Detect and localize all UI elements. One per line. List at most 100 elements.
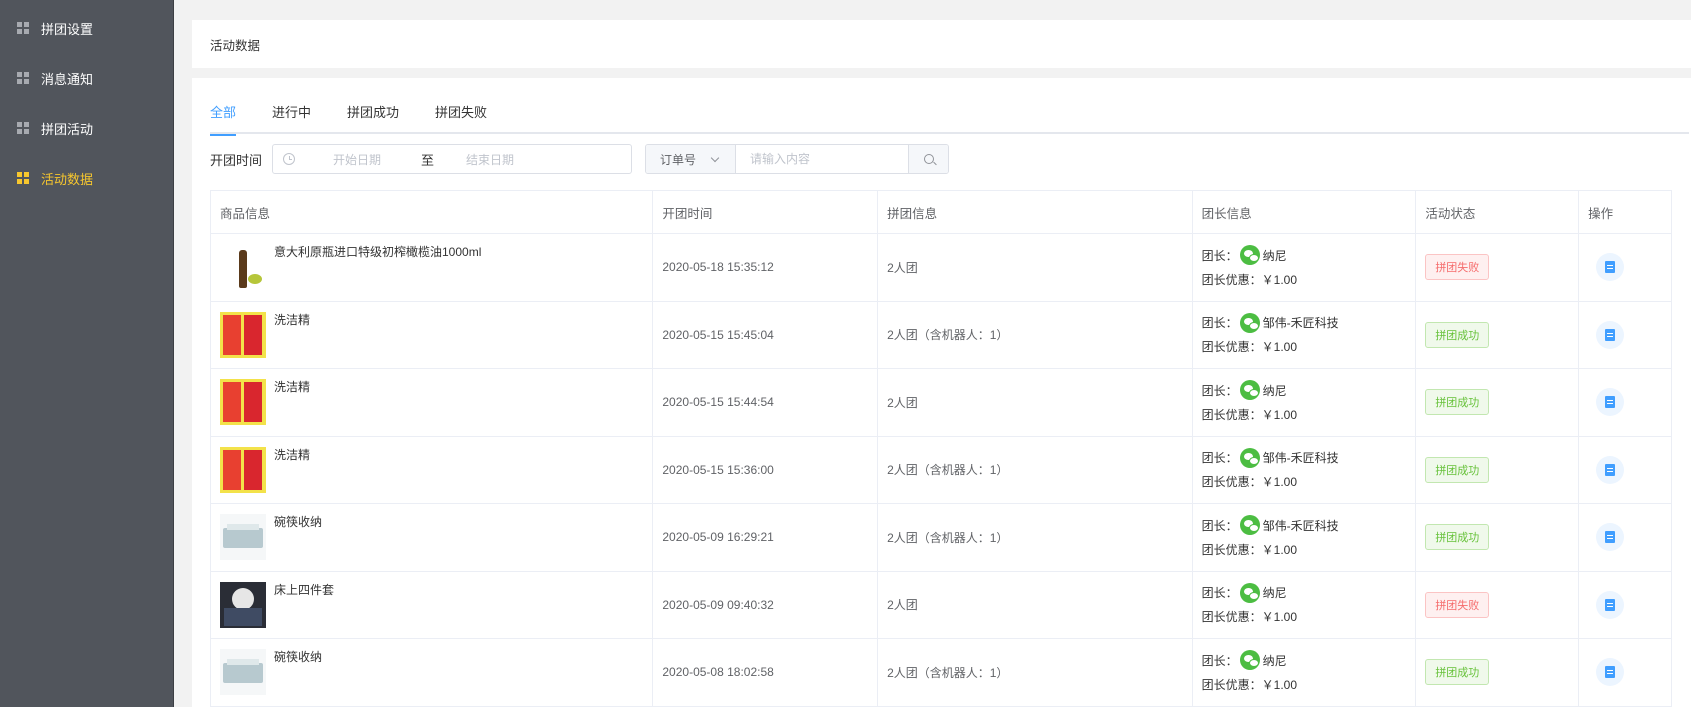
group-info: 2人团（含机器人：1） <box>878 504 1193 571</box>
product-image[interactable] <box>220 311 266 358</box>
start-date-placeholder[interactable]: 开始日期 <box>333 151 381 168</box>
goods-cell: 碗筷收纳 <box>211 504 654 571</box>
grid-icon <box>17 172 29 184</box>
discount-prefix: 团长优惠： <box>1201 407 1262 422</box>
status-cell: 拼团成功 <box>1416 301 1580 368</box>
leader-prefix: 团长： <box>1201 451 1238 466</box>
column-header: 操作 <box>1588 206 1614 221</box>
sidebar: 拼团设置 消息通知 拼团活动 活动数据 <box>0 0 174 707</box>
group-info: 2人团 <box>878 234 1193 301</box>
detail-button[interactable] <box>1596 388 1625 417</box>
open-time: 2020-05-09 16:29:21 <box>653 504 879 571</box>
table-row: 床上四件套 2020-05-09 09:40:32 2人团 团长： 纳尼 团长优惠… <box>211 571 1671 639</box>
product-name: 床上四件套 <box>274 582 335 597</box>
leader-prefix: 团长： <box>1201 653 1238 668</box>
action-cell <box>1579 437 1671 504</box>
action-cell <box>1579 572 1671 639</box>
wechat-icon <box>1239 380 1260 401</box>
sidebar-item-notifications[interactable]: 消息通知 <box>0 53 174 103</box>
goods-cell: 意大利原瓶进口特级初榨橄榄油1000ml <box>211 234 654 301</box>
leader-prefix: 团长： <box>1201 248 1238 263</box>
detail-button[interactable] <box>1596 253 1625 282</box>
select-value: 订单号 <box>660 152 697 167</box>
leader-cell: 团长： 纳尼 团长优惠： ￥1.00 <box>1193 234 1417 301</box>
leader-prefix: 团长： <box>1201 518 1238 533</box>
open-time: 2020-05-15 15:36:00 <box>653 436 879 503</box>
detail-button[interactable] <box>1596 658 1625 687</box>
action-cell <box>1579 234 1671 301</box>
goods-cell: 洗洁精 <box>211 436 654 503</box>
content-card: 全部 进行中 拼团成功 拼团失败 开团时间 开始日期 至 结束日期 订单号 请输… <box>192 78 1691 707</box>
product-image[interactable] <box>220 244 266 290</box>
leader-discount: ￥1.00 <box>1261 272 1297 287</box>
action-cell <box>1579 302 1671 369</box>
product-name: 洗洁精 <box>274 447 311 462</box>
page-title: 活动数据 <box>210 38 261 53</box>
leader-name: 纳尼 <box>1262 383 1287 398</box>
sidebar-item-group-activities[interactable]: 拼团活动 <box>0 103 174 153</box>
table-row: 洗洁精 2020-05-15 15:36:00 2人团（含机器人：1） 团长： 邹… <box>211 436 1671 504</box>
leader-prefix: 团长： <box>1201 586 1238 601</box>
tab-failed[interactable]: 拼团失败 <box>435 98 487 134</box>
detail-button[interactable] <box>1596 590 1625 619</box>
sidebar-item-activity-data[interactable]: 活动数据 <box>0 153 174 203</box>
document-icon <box>1605 598 1616 611</box>
grid-icon <box>17 22 29 34</box>
product-image[interactable] <box>220 581 266 628</box>
filter-bar: 开团时间 开始日期 至 结束日期 订单号 <box>210 144 950 174</box>
grid-icon <box>17 72 29 84</box>
status-tabs: 全部 进行中 拼团成功 拼团失败 <box>210 98 1689 136</box>
end-date-placeholder[interactable]: 结束日期 <box>466 151 514 168</box>
goods-cell: 洗洁精 <box>211 301 654 368</box>
detail-button[interactable] <box>1596 523 1625 552</box>
search-button[interactable] <box>908 145 949 173</box>
open-time: 2020-05-18 15:35:12 <box>653 234 879 301</box>
action-cell <box>1579 369 1671 436</box>
product-image[interactable] <box>220 446 266 493</box>
wechat-icon <box>1239 245 1260 266</box>
table-header: 商品信息 开团时间 拼团信息 团长信息 活动状态 操作 <box>211 191 1671 234</box>
discount-prefix: 团长优惠： <box>1201 610 1262 625</box>
grid-icon <box>17 122 29 134</box>
sidebar-item-group-settings[interactable]: 拼团设置 <box>0 3 174 53</box>
tab-success[interactable]: 拼团成功 <box>347 98 399 134</box>
wechat-icon <box>1239 650 1260 671</box>
product-image[interactable] <box>220 649 266 695</box>
search-input[interactable] <box>736 145 909 173</box>
product-image[interactable] <box>220 514 266 560</box>
status-badge: 拼团成功 <box>1425 659 1490 686</box>
column-header: 团长信息 <box>1193 191 1417 233</box>
leader-name: 邹伟-禾匠科技 <box>1262 518 1339 533</box>
column-header: 商品信息 <box>211 191 654 233</box>
search-group: 订单号 <box>645 144 950 174</box>
status-cell: 拼团失败 <box>1416 571 1580 638</box>
sidebar-item-label: 拼团设置 <box>41 21 94 37</box>
wechat-icon <box>1239 582 1260 603</box>
status-badge: 拼团成功 <box>1425 524 1490 551</box>
table-row: 意大利原瓶进口特级初榨橄榄油1000ml 2020-05-18 15:35:12… <box>211 234 1671 302</box>
status-badge: 拼团成功 <box>1425 456 1490 483</box>
document-icon <box>1605 261 1616 274</box>
status-badge: 拼团成功 <box>1425 389 1490 416</box>
date-range-picker[interactable]: 开始日期 至 结束日期 <box>272 144 633 174</box>
leader-prefix: 团长： <box>1201 316 1238 331</box>
discount-prefix: 团长优惠： <box>1201 542 1262 557</box>
group-info: 2人团 <box>878 571 1193 638</box>
tab-all[interactable]: 全部 <box>210 98 237 136</box>
leader-discount: ￥1.00 <box>1261 610 1297 625</box>
group-info: 2人团（含机器人：1） <box>878 301 1193 368</box>
leader-cell: 团长： 纳尼 团长优惠： ￥1.00 <box>1193 571 1417 638</box>
goods-cell: 床上四件套 <box>211 571 654 638</box>
detail-button[interactable] <box>1596 320 1625 349</box>
search-field-select[interactable]: 订单号 <box>646 145 737 173</box>
status-cell: 拼团失败 <box>1416 234 1580 301</box>
column-header: 开团时间 <box>653 191 879 233</box>
leader-name: 纳尼 <box>1262 586 1287 601</box>
tab-in-progress[interactable]: 进行中 <box>272 98 311 134</box>
product-image[interactable] <box>220 379 266 425</box>
detail-button[interactable] <box>1596 455 1625 484</box>
leader-discount: ￥1.00 <box>1261 542 1297 557</box>
sidebar-item-label: 消息通知 <box>41 71 94 87</box>
column-header: 拼团信息 <box>878 191 1193 233</box>
open-time: 2020-05-15 15:44:54 <box>653 369 879 436</box>
